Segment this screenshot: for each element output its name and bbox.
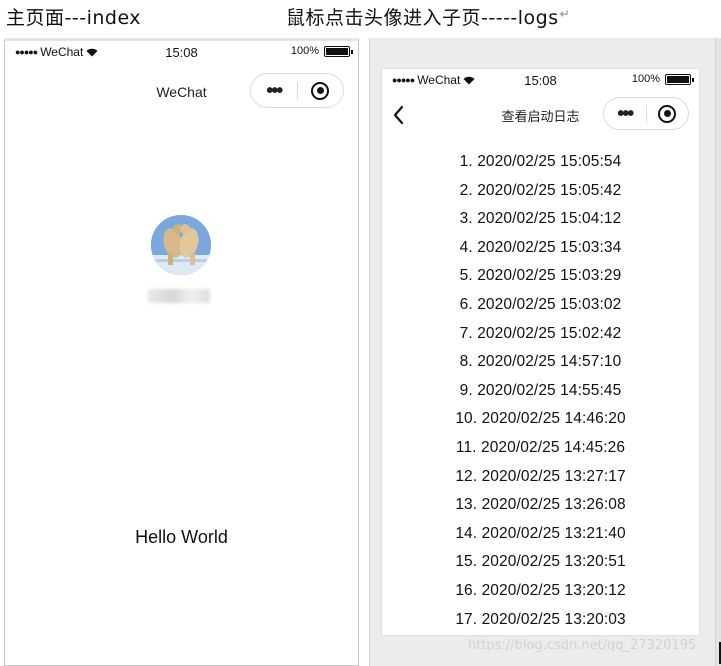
log-entry: 16. 2020/02/25 13:20:12 <box>455 581 626 599</box>
target-circle-icon <box>658 104 677 123</box>
nav-bar: WeChat ••• <box>5 71 358 115</box>
log-entry: 12. 2020/02/25 13:27:17 <box>455 467 626 485</box>
nickname-blurred <box>148 289 210 303</box>
battery-icon <box>324 45 353 57</box>
log-entry: 11. 2020/02/25 14:45:26 <box>455 438 626 456</box>
caption-logs-text: 鼠标点击头像进入子页-----logs <box>286 7 559 29</box>
battery-icon <box>665 73 694 85</box>
status-time: 15:08 <box>524 73 557 88</box>
signal-dots-icon: ●●●●● <box>392 75 415 85</box>
log-entry: 10. 2020/02/25 14:46:20 <box>455 410 626 428</box>
status-time: 15:08 <box>165 45 198 60</box>
log-entry: 3. 2020/02/25 15:04:12 <box>459 210 622 228</box>
log-entry: 2. 2020/02/25 15:05:42 <box>459 181 622 199</box>
return-mark: ↵ <box>559 7 571 21</box>
watermark: https://blog.csdn.net/qq_27320195 <box>468 638 697 653</box>
log-entry: 13. 2020/02/25 13:26:08 <box>455 496 626 514</box>
logs-list: 1. 2020/02/25 15:05:54 2. 2020/02/25 15:0… <box>382 153 699 639</box>
log-entry: 7. 2020/02/25 15:02:42 <box>459 324 622 342</box>
index-page-screen: ●●●●● WeChat 15:08 100% WeChat ••• Hello… <box>4 38 359 666</box>
log-entry: 5. 2020/02/25 15:03:29 <box>459 267 622 285</box>
avatar[interactable] <box>151 215 211 275</box>
battery-percent: 100% <box>631 73 660 85</box>
status-bar: ●●●●● WeChat 15:08 100% <box>382 69 699 89</box>
caption-index: 主页面---index <box>6 7 142 29</box>
carrier-group: ●●●●● WeChat <box>15 45 98 59</box>
battery-group: 100% <box>631 73 694 85</box>
log-entry: 8. 2020/02/25 14:57:10 <box>459 353 622 371</box>
carrier-group: ●●●●● WeChat <box>392 73 475 87</box>
more-dots-icon[interactable]: ••• <box>251 81 297 101</box>
log-entry: 1. 2020/02/25 15:05:54 <box>459 153 622 170</box>
status-bar: ●●●●● WeChat 15:08 100% <box>5 41 358 61</box>
log-entry: 17. 2020/02/25 13:20:03 <box>455 610 626 628</box>
menu-capsule: ••• <box>250 73 344 108</box>
target-circle-icon <box>311 81 330 100</box>
more-dots-icon[interactable]: ••• <box>604 104 646 124</box>
battery-percent: 100% <box>290 45 319 57</box>
menu-capsule: ••• <box>603 97 689 130</box>
window-edge <box>715 38 721 666</box>
log-entry: 14. 2020/02/25 13:21:40 <box>455 524 626 542</box>
log-entry: 15. 2020/02/25 13:20:51 <box>455 553 626 571</box>
log-entry: 6. 2020/02/25 15:03:02 <box>459 295 622 313</box>
hello-text: Hello World <box>135 527 228 547</box>
close-capsule-button[interactable] <box>647 104 689 123</box>
carrier-name: WeChat <box>40 45 84 59</box>
caption-logs: 鼠标点击头像进入子页-----logs↵ <box>286 3 570 30</box>
logs-panel: ●●●●● WeChat 15:08 100% 查看启动日志 ••• 1. 20… <box>369 38 721 666</box>
log-entry: 9. 2020/02/25 14:55:45 <box>459 381 622 399</box>
close-capsule-button[interactable] <box>298 81 344 100</box>
battery-group: 100% <box>290 45 353 57</box>
carrier-name: WeChat <box>417 73 461 87</box>
nav-bar: 查看启动日志 ••• <box>382 97 699 141</box>
signal-dots-icon: ●●●●● <box>15 47 38 57</box>
logs-page-screen: ●●●●● WeChat 15:08 100% 查看启动日志 ••• 1. 20… <box>382 69 699 635</box>
wifi-icon <box>86 48 98 57</box>
log-entry: 4. 2020/02/25 15:03:34 <box>459 238 622 256</box>
wifi-icon <box>463 76 475 85</box>
